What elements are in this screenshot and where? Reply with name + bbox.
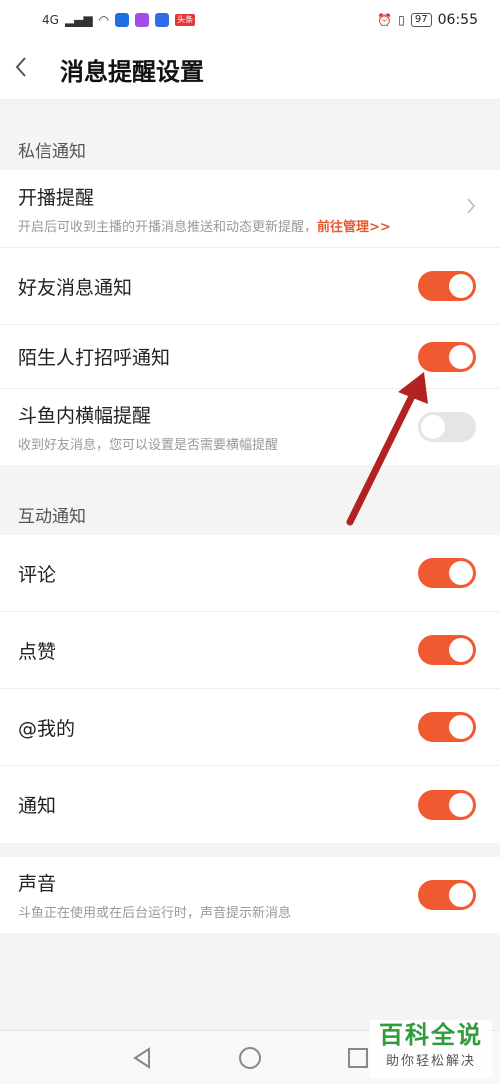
setting-title: 通知 [18,795,57,817]
wifi-icon: ◠ [98,13,110,27]
manage-link[interactable]: 前往管理>> [317,220,391,235]
app-shield-icon [115,13,130,27]
chevron-right-icon [466,196,476,221]
setting-title: 斗鱼内横幅提醒 [18,405,152,427]
setting-title: 陌生人打招呼通知 [18,347,171,369]
setting-subtitle: 收到好友消息，您可以设置是否需要横幅提醒 [18,438,279,453]
square-recents-icon [348,1047,368,1068]
toggle-knob [449,715,473,739]
watermark-logo: 百科全说 助你轻松解决 [370,1020,492,1078]
setting-title: 开播提醒 [18,186,95,209]
mention-toggle[interactable] [418,712,476,742]
stranger-greeting-toggle[interactable] [418,341,476,372]
setting-title: 好友消息通知 [18,276,133,299]
toggle-knob [449,792,473,817]
section-title-private: 私信通知 [18,142,86,162]
chevron-left-icon [15,57,26,77]
circle-home-icon [239,1046,261,1069]
battery-indicator: 97 [410,13,432,27]
nav-home-button[interactable] [236,1044,264,1072]
setting-title: 点赞 [18,640,57,663]
network-label: 4G [42,13,59,27]
triangle-back-icon [133,1046,150,1069]
group-sound: 声音 斗鱼正在使用或在后台运行时，声音提示新消息 [0,857,500,933]
nav-back-button[interactable] [128,1044,156,1072]
toggle-knob [449,274,473,298]
toggle-knob [449,344,473,369]
setting-in-app-banner: 斗鱼内横幅提醒 收到好友消息，您可以设置是否需要横幅提醒 [0,389,500,465]
in-app-banner-toggle[interactable] [418,412,476,442]
setting-mention: @我的 [0,689,500,766]
toggle-knob [449,638,473,662]
status-bar: 4G ▂▄▆ ◠ 头条 ⏰ ▯ 97 06:55 [0,0,500,40]
page-header: 消息提醒设置 [0,40,500,100]
setting-notice: 通知 [0,766,500,843]
setting-stranger-greeting: 陌生人打招呼通知 [0,325,500,389]
setting-comment: 评论 [0,535,500,612]
setting-title: 评论 [18,563,57,586]
setting-live-reminder[interactable]: 开播提醒 开启后可收到主播的开播消息推送和动态更新提醒，前往管理>> [0,170,500,248]
toggle-knob [449,883,473,907]
clock: 06:55 [437,12,478,28]
group-private-messages: 开播提醒 开启后可收到主播的开播消息推送和动态更新提醒，前往管理>> 好友消息通… [0,170,500,465]
watermark-title: 百科全说 [379,1021,483,1049]
like-toggle[interactable] [418,635,476,665]
nav-recents-button[interactable] [344,1044,372,1072]
app-paw-icon [155,13,170,27]
friend-message-toggle[interactable] [418,271,476,301]
toggle-knob [421,415,445,439]
setting-subtitle: 开启后可收到主播的开播消息推送和动态更新提醒，前往管理>> [18,219,391,235]
app-video-icon [135,13,150,27]
page-title: 消息提醒设置 [60,58,204,86]
alarm-icon: ⏰ [377,13,393,27]
back-button[interactable] [14,56,50,83]
signal-icon: ▂▄▆ [64,13,93,27]
toggle-knob [449,561,473,585]
setting-title: @我的 [18,717,76,740]
notice-toggle[interactable] [418,789,476,820]
comment-toggle[interactable] [418,558,476,588]
sound-toggle[interactable] [418,880,476,910]
group-interaction: 评论 点赞 @我的 通知 [0,535,500,843]
section-title-interaction: 互动通知 [18,507,86,527]
setting-title: 声音 [18,873,57,895]
vibrate-icon: ▯ [398,13,405,27]
setting-sound: 声音 斗鱼正在使用或在后台运行时，声音提示新消息 [0,857,500,933]
setting-friend-message: 好友消息通知 [0,248,500,325]
news-app-icon: 头条 [175,14,196,26]
watermark-subtitle: 助你轻松解决 [385,1054,476,1069]
setting-subtitle: 斗鱼正在使用或在后台运行时，声音提示新消息 [18,906,292,921]
setting-like: 点赞 [0,612,500,689]
